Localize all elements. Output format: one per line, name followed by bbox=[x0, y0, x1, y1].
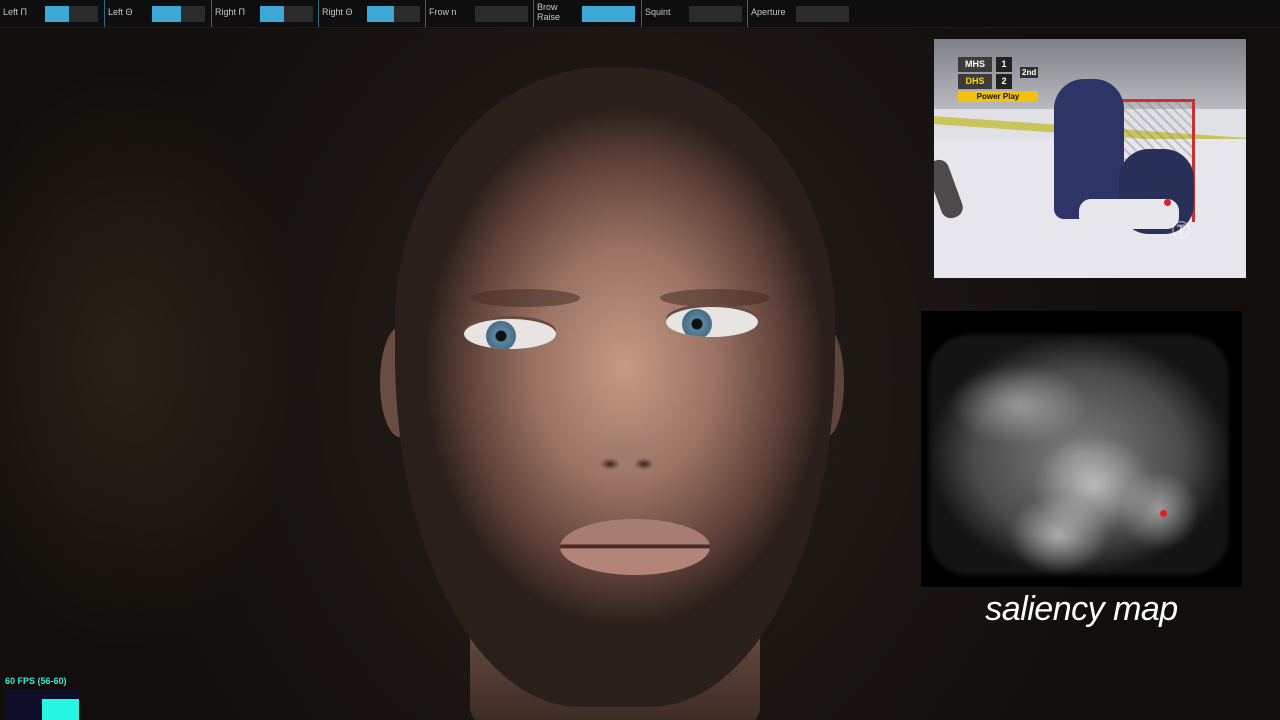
team-name: MHS bbox=[958, 57, 992, 72]
control-left-theta[interactable]: Left Θ bbox=[105, 0, 212, 27]
control-label: Squint bbox=[645, 7, 671, 17]
right-eye bbox=[666, 307, 758, 337]
slider-fill bbox=[367, 6, 394, 22]
control-right-pi[interactable]: Right Π bbox=[212, 0, 319, 27]
gaze-fixation-dot bbox=[1164, 199, 1171, 206]
scoreboard-row: DHS 2 bbox=[958, 74, 1044, 89]
avatar-viewport: Left Π Left Θ Right Π Right Θ Frow n Bro… bbox=[0, 0, 1280, 720]
stimulus-video: Ⓣ MHS 1 2nd DHS 2 Power Play bbox=[934, 39, 1246, 278]
player bbox=[1054, 79, 1124, 219]
left-brow bbox=[470, 289, 580, 307]
slider-fill bbox=[45, 6, 69, 22]
left-theta-slider[interactable] bbox=[152, 6, 205, 22]
left-pi-slider[interactable] bbox=[45, 6, 98, 22]
nostrils bbox=[592, 452, 662, 474]
control-right-theta[interactable]: Right Θ bbox=[319, 0, 426, 27]
left-iris bbox=[486, 321, 516, 349]
right-theta-slider[interactable] bbox=[367, 6, 420, 22]
control-frown[interactable]: Frow n bbox=[426, 0, 534, 27]
brow-raise-slider[interactable] bbox=[582, 6, 635, 22]
control-label: Brow Raise bbox=[537, 2, 561, 22]
control-brow-raise[interactable]: Brow Raise bbox=[534, 0, 642, 27]
control-squint[interactable]: Squint bbox=[642, 0, 748, 27]
control-bar: Left Π Left Θ Right Π Right Θ Frow n Bro… bbox=[0, 0, 1280, 28]
control-label: Left Θ bbox=[108, 7, 133, 17]
gaze-fixation-dot bbox=[1160, 510, 1167, 517]
slider-fill bbox=[582, 6, 635, 22]
power-play-banner: Power Play bbox=[958, 91, 1038, 102]
scoreboard-row: MHS 1 2nd bbox=[958, 57, 1044, 78]
aperture-slider[interactable] bbox=[796, 6, 849, 22]
control-label: Frow n bbox=[429, 7, 457, 17]
control-label: Right Θ bbox=[322, 7, 353, 17]
team-score: 1 bbox=[996, 57, 1012, 72]
left-eye bbox=[464, 319, 556, 349]
team-score: 2 bbox=[996, 74, 1012, 89]
right-pi-slider[interactable] bbox=[260, 6, 313, 22]
saliency-caption: saliency map bbox=[985, 590, 1178, 628]
slider-fill bbox=[260, 6, 284, 22]
fps-graph-bar bbox=[42, 699, 79, 720]
scoreboard: MHS 1 2nd DHS 2 Power Play bbox=[958, 57, 1044, 102]
fps-counter: 60 FPS (56-60) bbox=[5, 676, 67, 686]
squint-slider[interactable] bbox=[689, 6, 742, 22]
broadcast-watermark: Ⓣ bbox=[1172, 221, 1190, 241]
control-aperture[interactable]: Aperture bbox=[748, 0, 856, 27]
right-brow bbox=[660, 289, 770, 307]
lips bbox=[560, 519, 710, 575]
control-label: Aperture bbox=[751, 7, 786, 17]
slider-fill bbox=[152, 6, 182, 22]
right-iris bbox=[682, 309, 712, 337]
control-label: Right Π bbox=[215, 7, 246, 17]
saliency-heatmap bbox=[929, 335, 1229, 575]
control-label: Left Π bbox=[3, 7, 28, 17]
frown-slider[interactable] bbox=[475, 6, 528, 22]
saliency-map bbox=[921, 311, 1242, 587]
control-left-pi[interactable]: Left Π bbox=[0, 0, 105, 27]
fps-graph bbox=[5, 689, 79, 720]
team-name: DHS bbox=[958, 74, 992, 89]
face-render bbox=[0, 27, 900, 720]
